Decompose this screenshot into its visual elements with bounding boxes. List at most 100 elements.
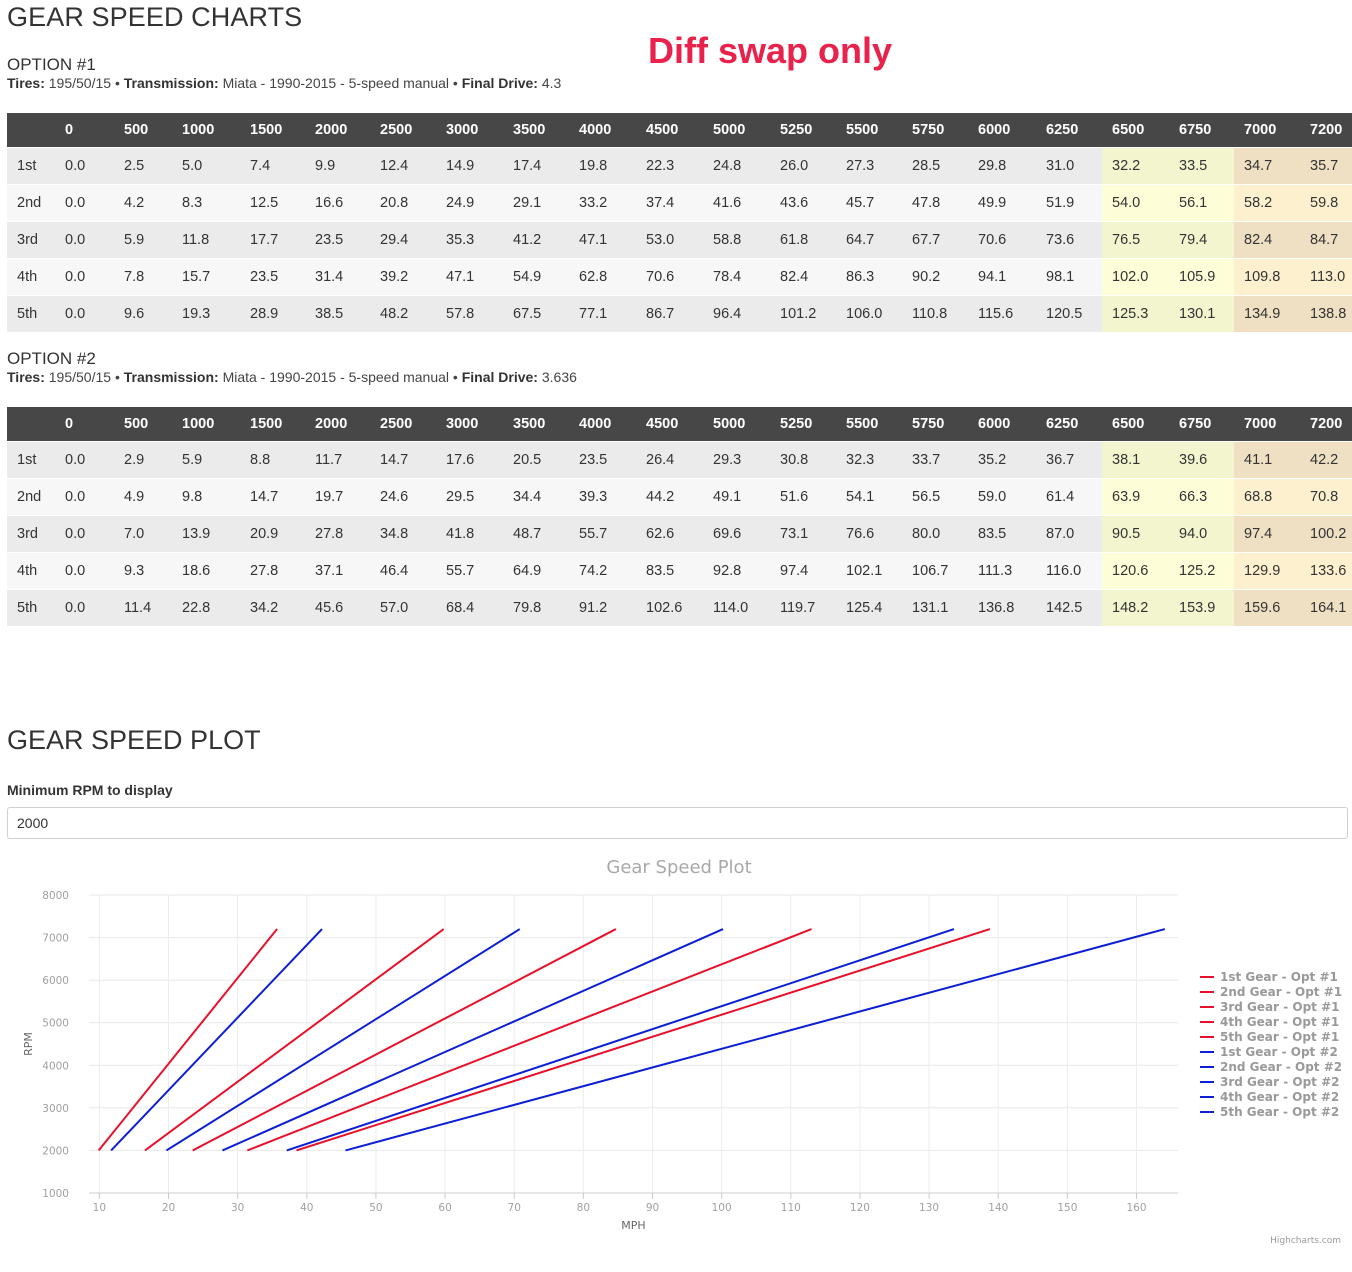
speed-cell: 9.3: [114, 552, 172, 590]
table-row: 3rd 0.0 7.0 13.9 20.9 27.8 34.8 41.8 48.7 55.7 62.…: [7, 515, 1352, 553]
series-line: [110, 928, 323, 1152]
speed-cell: 55.7: [436, 552, 503, 590]
speed-cell: 14.7: [370, 441, 436, 479]
option-1-title: OPTION #1: [7, 55, 96, 74]
speed-cell: 55.7: [569, 515, 636, 553]
x-tick-label: 10: [93, 1202, 106, 1214]
speed-cell: 37.1: [305, 552, 370, 590]
speed-cell: 12.4: [370, 147, 436, 185]
speed-cell: 53.0: [636, 221, 703, 259]
speed-cell: 87.0: [1036, 515, 1102, 553]
gear-label: 1st: [7, 441, 55, 479]
option-1-info: Tires: 195/50/15 • Transmission: Miata -…: [7, 75, 561, 91]
speed-cell: 2.9: [114, 441, 172, 479]
speed-cell: 133.6: [1300, 552, 1352, 590]
speed-cell: 105.9: [1169, 258, 1234, 296]
speed-cell: 79.4: [1169, 221, 1234, 259]
speed-cell: 130.1: [1169, 295, 1234, 332]
speed-cell: 120.6: [1102, 552, 1169, 590]
speed-cell: 23.5: [569, 441, 636, 479]
speed-cell: 70.6: [636, 258, 703, 296]
speed-cell: 138.8: [1300, 295, 1352, 332]
speed-cell: 102.0: [1102, 258, 1169, 296]
speed-cell: 38.5: [305, 295, 370, 332]
highcharts-credit: Highcharts.com: [1270, 1236, 1341, 1246]
speed-cell: 47.8: [902, 184, 968, 222]
speed-cell: 44.2: [636, 478, 703, 516]
speed-cell: 49.9: [968, 184, 1036, 222]
speed-cell: 70.6: [968, 221, 1036, 259]
column-header: 5000: [703, 407, 770, 442]
speed-cell: 41.8: [436, 515, 503, 553]
speed-cell: 4.2: [114, 184, 172, 222]
speed-cell: 32.3: [836, 441, 902, 479]
speed-cell: 125.3: [1102, 295, 1169, 332]
speed-cell: 20.5: [503, 441, 569, 479]
column-header: 5250: [770, 407, 836, 442]
speed-cell: 17.4: [503, 147, 569, 185]
table-header-row: 0 500 1000 1500 2000 2500 3000 3500 4000 4500 5000…: [7, 113, 1352, 148]
speed-cell: 62.8: [569, 258, 636, 296]
column-header: 5500: [836, 407, 902, 442]
speed-cell: 92.8: [703, 552, 770, 590]
final-drive-label: Final Drive:: [461, 75, 538, 91]
speed-cell: 46.4: [370, 552, 436, 590]
speed-cell: 82.4: [770, 258, 836, 296]
speed-cell: 0.0: [55, 478, 114, 516]
speed-cell: 100.2: [1300, 515, 1352, 553]
column-header: 6750: [1169, 113, 1234, 148]
x-tick-label: 150: [1057, 1202, 1077, 1214]
speed-cell: 90.5: [1102, 515, 1169, 553]
speed-cell: 73.6: [1036, 221, 1102, 259]
y-axis-title: RPM: [22, 1032, 35, 1056]
legend-item: 4th Gear - Opt #2: [1220, 1090, 1339, 1104]
speed-cell: 28.9: [240, 295, 305, 332]
speed-cell: 24.8: [703, 147, 770, 185]
column-header: 5750: [902, 113, 968, 148]
column-header: 6250: [1036, 113, 1102, 148]
speed-cell: 48.2: [370, 295, 436, 332]
speed-cell: 20.8: [370, 184, 436, 222]
table-header-row: 0 500 1000 1500 2000 2500 3000 3500 4000 4500 5000…: [7, 407, 1352, 442]
table-row: 2nd 0.0 4.9 9.8 14.7 19.7 24.6 29.5 34.4 39.3 44.2…: [7, 478, 1352, 516]
speed-cell: 83.5: [968, 515, 1036, 553]
tires-value: 195/50/15: [48, 75, 112, 91]
column-header: 3000: [436, 407, 503, 442]
min-rpm-input[interactable]: [7, 807, 1348, 839]
speed-cell: 7.4: [240, 147, 305, 185]
speed-cell: 54.0: [1102, 184, 1169, 222]
y-tick-label: 1000: [42, 1188, 69, 1200]
speed-cell: 64.7: [836, 221, 902, 259]
speed-cell: 45.7: [836, 184, 902, 222]
speed-cell: 159.6: [1234, 589, 1300, 626]
speed-cell: 16.6: [305, 184, 370, 222]
y-tick-label: 4000: [42, 1060, 69, 1072]
speed-cell: 69.6: [703, 515, 770, 553]
speed-cell: 13.9: [172, 515, 240, 553]
option-2-info: Tires: 195/50/15 • Transmission: Miata -…: [7, 369, 577, 385]
speed-cell: 86.7: [636, 295, 703, 332]
x-tick-label: 130: [919, 1202, 939, 1214]
speed-cell: 0.0: [55, 184, 114, 222]
speed-cell: 29.4: [370, 221, 436, 259]
speed-cell: 4.9: [114, 478, 172, 516]
gear-label: 2nd: [7, 478, 55, 516]
speed-cell: 94.1: [968, 258, 1036, 296]
option-2-speed-table: 0 500 1000 1500 2000 2500 3000 3500 4000 4500 5000…: [7, 407, 1352, 626]
speed-cell: 74.2: [569, 552, 636, 590]
speed-cell: 62.6: [636, 515, 703, 553]
tires-label: Tires:: [7, 369, 45, 385]
speed-cell: 76.5: [1102, 221, 1169, 259]
speed-cell: 8.3: [172, 184, 240, 222]
speed-cell: 73.1: [770, 515, 836, 553]
speed-cell: 34.7: [1234, 147, 1300, 185]
speed-cell: 28.5: [902, 147, 968, 185]
column-header: 4500: [636, 407, 703, 442]
table-row: 4th 0.0 9.3 18.6 27.8 37.1 46.4 55.7 64.9 74.2 83.…: [7, 552, 1352, 590]
transmission-label: Transmission:: [123, 369, 219, 385]
x-tick-label: 40: [300, 1202, 313, 1214]
speed-cell: 19.8: [569, 147, 636, 185]
speed-cell: 51.9: [1036, 184, 1102, 222]
legend-item: 3rd Gear - Opt #2: [1220, 1075, 1339, 1089]
speed-cell: 58.8: [703, 221, 770, 259]
